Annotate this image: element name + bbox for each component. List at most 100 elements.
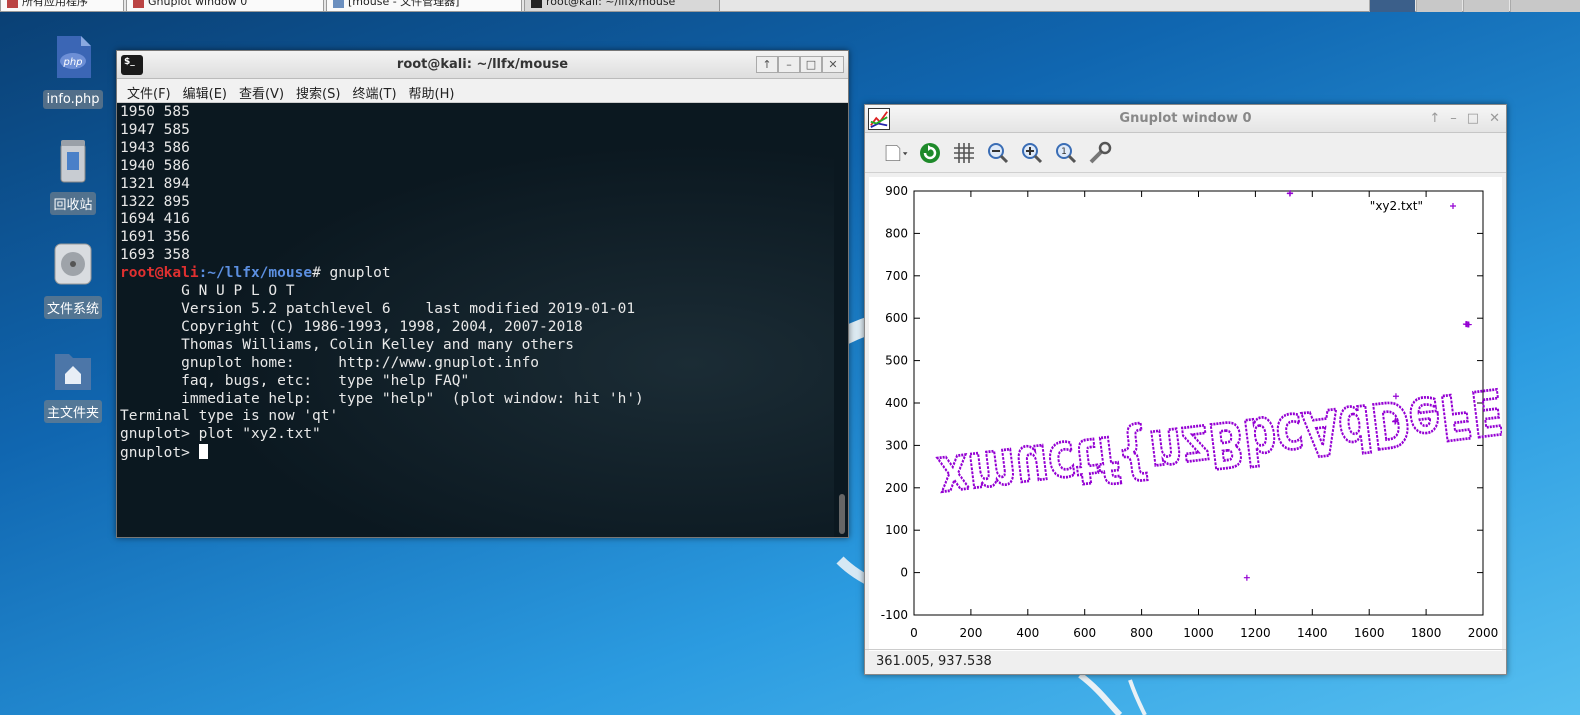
close-button[interactable]: ✕ bbox=[1489, 105, 1500, 133]
menu-help[interactable]: 帮助(H) bbox=[403, 79, 461, 102]
zoom-in-icon[interactable] bbox=[1019, 140, 1045, 166]
desktop-icon-trash[interactable]: 回收站 bbox=[42, 138, 104, 215]
folder-icon bbox=[333, 0, 344, 8]
data-point bbox=[1243, 574, 1250, 581]
svg-text:1: 1 bbox=[1061, 147, 1067, 157]
minimize-button[interactable]: – bbox=[1450, 105, 1457, 133]
gnuplot-app-icon bbox=[133, 0, 144, 8]
gnuplot-window[interactable]: Gnuplot window 0 ↑ – □ ✕ 1 0 200 400 600… bbox=[864, 104, 1580, 675]
desktop-icon-info-php[interactable]: php info.php bbox=[42, 34, 104, 109]
zoom-reset-icon[interactable]: 1 bbox=[1053, 140, 1079, 166]
drive-icon bbox=[54, 243, 92, 285]
output-line: gnuplot> plot "xy2.txt" bbox=[120, 426, 321, 443]
mouse-trace-text: xmuctf{nzBbcAdDeFEfEvEsY}HDMC} bbox=[935, 326, 1502, 516]
trash-icon bbox=[60, 140, 86, 183]
y-tick-label: 0 bbox=[900, 566, 908, 580]
x-tick-label: 2000 bbox=[1468, 626, 1499, 640]
home-folder-icon bbox=[55, 354, 91, 390]
terminal-scrollbar[interactable] bbox=[834, 104, 848, 537]
window-title: Gnuplot window 0 bbox=[1119, 111, 1252, 126]
replot-icon[interactable] bbox=[917, 140, 943, 166]
y-tick-label: -100 bbox=[881, 608, 908, 622]
output-line: immediate help: type "help" (plot window… bbox=[120, 390, 644, 407]
shell-prompt: root@kali:~/llfx/mouse# gnuplot bbox=[120, 265, 391, 282]
output-line: gnuplot home: http://www.gnuplot.info bbox=[120, 354, 540, 371]
workspace-3[interactable] bbox=[1463, 0, 1509, 12]
y-tick-label: 700 bbox=[885, 269, 908, 283]
taskbar-item-gnuplot[interactable]: Gnuplot window 0 bbox=[126, 0, 324, 12]
grid-icon[interactable] bbox=[951, 140, 977, 166]
output-line: Copyright (C) 1986-1993, 1998, 2004, 200… bbox=[120, 318, 583, 335]
output-line: Version 5.2 patchlevel 6 last modified 2… bbox=[120, 300, 636, 317]
output-line: 1950 585 bbox=[120, 104, 190, 120]
terminal-icon: $_ bbox=[121, 55, 143, 75]
gnuplot-app-icon bbox=[868, 108, 890, 130]
settings-icon[interactable] bbox=[1087, 140, 1113, 166]
y-tick-label: 900 bbox=[885, 184, 908, 198]
close-button[interactable]: ✕ bbox=[822, 56, 844, 73]
menu-edit[interactable]: 编辑(E) bbox=[177, 79, 233, 102]
x-tick-label: 200 bbox=[959, 626, 982, 640]
taskbar-item-apps[interactable]: 所有应用程序 bbox=[0, 0, 124, 12]
maximize-button[interactable]: □ bbox=[1467, 105, 1479, 133]
pin-button[interactable]: ↑ bbox=[756, 56, 778, 73]
workspace-4[interactable] bbox=[1510, 0, 1580, 12]
legend-label: "xy2.txt" bbox=[1370, 199, 1423, 213]
output-line: 1321 894 bbox=[120, 175, 190, 192]
top-taskbar: 所有应用程序 Gnuplot window 0 [mouse - 文件管理器] … bbox=[0, 0, 1580, 12]
coordinate-status: 361.005, 937.538 bbox=[865, 649, 1506, 674]
y-tick-label: 300 bbox=[885, 438, 908, 452]
maximize-button[interactable]: □ bbox=[800, 56, 822, 73]
x-tick-label: 1600 bbox=[1354, 626, 1385, 640]
workspace-2[interactable] bbox=[1416, 0, 1462, 12]
taskbar-item-file-manager[interactable]: [mouse - 文件管理器] bbox=[326, 0, 522, 12]
zoom-out-icon[interactable] bbox=[985, 140, 1011, 166]
y-tick-label: 800 bbox=[885, 226, 908, 240]
x-tick-label: 600 bbox=[1073, 626, 1096, 640]
output-line: 1943 586 bbox=[120, 139, 190, 156]
workspace-1[interactable] bbox=[1369, 0, 1415, 12]
php-file-icon: php bbox=[57, 36, 91, 78]
terminal-titlebar[interactable]: $_ root@kali: ~/llfx/mouse ↑ – □ ✕ bbox=[117, 51, 848, 79]
x-tick-label: 0 bbox=[910, 626, 918, 640]
desktop-icon-filesystem[interactable]: 文件系统 bbox=[42, 242, 104, 319]
scatter-plot: 0 200 400 600 800 1000 1200 1400 1600 1800 2000-10… bbox=[881, 184, 1580, 640]
y-tick-label: 200 bbox=[885, 481, 908, 495]
y-tick-label: 500 bbox=[885, 354, 908, 368]
terminal-app-icon bbox=[531, 0, 542, 8]
output-line: 1694 416 bbox=[120, 211, 190, 228]
output-line: Terminal type is now 'qt' bbox=[120, 408, 339, 425]
export-icon[interactable] bbox=[883, 140, 909, 166]
menu-terminal[interactable]: 终端(T) bbox=[346, 79, 402, 102]
output-line: faq, bugs, etc: type "help FAQ" bbox=[120, 372, 470, 389]
output-line: 1940 586 bbox=[120, 157, 190, 174]
terminal-output[interactable]: 1950 585 1947 585 1943 586 1940 586 1321… bbox=[117, 104, 834, 537]
svg-text:php: php bbox=[62, 57, 82, 68]
y-tick-label: 600 bbox=[885, 311, 908, 325]
x-tick-label: 1400 bbox=[1297, 626, 1328, 640]
output-line: 1693 358 bbox=[120, 247, 190, 264]
kali-menu-icon bbox=[7, 0, 18, 8]
pin-button[interactable]: ↑ bbox=[1429, 105, 1440, 133]
gnuplot-titlebar[interactable]: Gnuplot window 0 ↑ – □ ✕ bbox=[865, 105, 1506, 133]
x-tick-label: 400 bbox=[1016, 626, 1039, 640]
taskbar-item-terminal[interactable]: root@kali: ~/llfx/mouse bbox=[524, 0, 720, 12]
x-tick-label: 1800 bbox=[1411, 626, 1442, 640]
gnuplot-prompt: gnuplot> bbox=[120, 444, 834, 463]
x-tick-label: 1000 bbox=[1183, 626, 1214, 640]
menu-view[interactable]: 查看(V) bbox=[233, 79, 290, 102]
terminal-window[interactable]: $_ root@kali: ~/llfx/mouse ↑ – □ ✕ 文件(F)… bbox=[116, 50, 849, 538]
terminal-menubar: 文件(F) 编辑(E) 查看(V) 搜索(S) 终端(T) 帮助(H) bbox=[117, 79, 848, 103]
output-line: 1691 356 bbox=[120, 229, 190, 246]
menu-file[interactable]: 文件(F) bbox=[121, 79, 177, 102]
desktop-icon-home[interactable]: 主文件夹 bbox=[42, 346, 104, 423]
output-line: G N U P L O T bbox=[120, 283, 295, 300]
minimize-button[interactable]: – bbox=[778, 56, 800, 73]
scrollbar-thumb[interactable] bbox=[839, 494, 845, 534]
y-tick-label: 100 bbox=[885, 523, 908, 537]
menu-search[interactable]: 搜索(S) bbox=[290, 79, 346, 102]
text-cursor bbox=[198, 444, 208, 460]
x-tick-label: 800 bbox=[1130, 626, 1153, 640]
plot-area[interactable]: 0 200 400 600 800 1000 1200 1400 1600 1800 2000 -10… bbox=[869, 177, 1580, 651]
output-line: 1947 585 bbox=[120, 121, 190, 138]
